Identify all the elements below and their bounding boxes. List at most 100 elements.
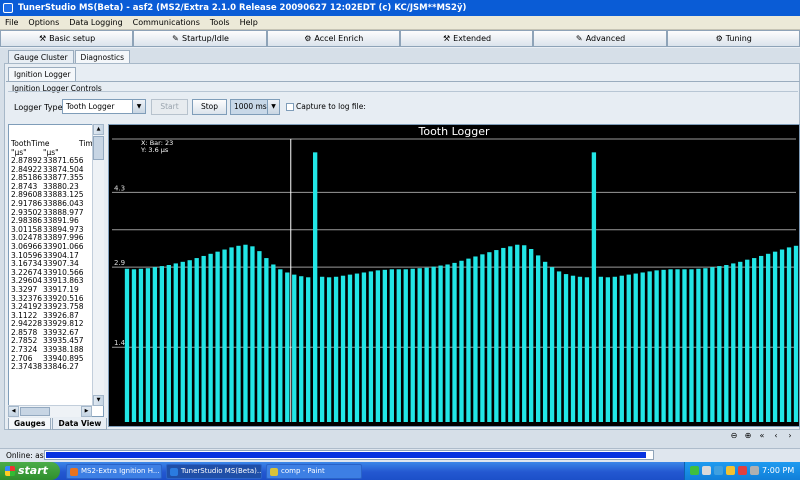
column-header-tooth-time[interactable]: ToothTime <box>11 139 50 148</box>
scroll-right-icon[interactable]: ▶ <box>81 406 92 417</box>
chart-bar <box>724 265 729 422</box>
chart-bar <box>535 255 541 422</box>
chevron-down-icon[interactable]: ▼ <box>132 100 145 113</box>
chart-bar <box>689 269 694 422</box>
table-row[interactable]: 2.37438 33846.27 <box>11 363 91 372</box>
chart-bar <box>278 269 283 422</box>
tab-data-view[interactable]: Data View <box>52 418 108 430</box>
chart-bar <box>494 250 499 422</box>
table-vertical-scrollbar[interactable]: ▲ ▼ <box>92 124 104 406</box>
chart-bar <box>738 261 743 422</box>
tooth-logger-chart[interactable]: 1.4 2.9 4.3 Tooth Logger X: Bar: 23 Y: 3.6 µs <box>108 124 800 427</box>
scroll-right-icon[interactable]: › <box>784 430 796 442</box>
chart-bar <box>647 271 652 422</box>
chart-bar <box>124 268 130 422</box>
scroll-up-icon[interactable]: ▲ <box>93 124 104 135</box>
vertical-scroll-thumb[interactable] <box>93 136 104 160</box>
chart-bar <box>563 274 569 422</box>
windows-logo-icon <box>5 466 15 476</box>
chart-bar <box>556 271 562 422</box>
chart-bar <box>131 269 137 422</box>
chart-bar <box>661 269 666 422</box>
taskbar-task[interactable]: TunerStudio MS(Beta)... <box>166 464 262 479</box>
chart-bar <box>577 276 583 422</box>
chart-bar <box>361 272 367 422</box>
menu-data-logging[interactable]: Data Logging <box>64 16 127 30</box>
chart-bar <box>285 272 290 422</box>
chart-bar <box>633 273 638 422</box>
capture-checkbox[interactable] <box>286 103 294 111</box>
chart-bar <box>487 252 492 422</box>
chart-bar <box>668 269 673 422</box>
chart-bar <box>236 245 241 422</box>
horizontal-scroll-thumb[interactable] <box>20 407 50 416</box>
menu-tools[interactable]: Tools <box>205 16 235 30</box>
zoom-out-icon[interactable]: ⊖ <box>728 430 740 442</box>
accel-enrich-button[interactable]: ⚙ Accel Enrich <box>266 30 400 47</box>
scroll-left-fast-icon[interactable]: « <box>756 430 768 442</box>
taskbar-task[interactable]: MS2-Extra Ignition H... <box>66 464 162 479</box>
tab-gauge-cluster[interactable]: Gauge Cluster <box>8 50 74 64</box>
chart-bar <box>257 251 262 422</box>
tab-gauges[interactable]: Gauges <box>8 418 52 430</box>
chart-bar <box>696 268 701 422</box>
chart-bar <box>375 270 381 422</box>
chart-bar <box>717 266 722 422</box>
chart-bar <box>501 247 506 422</box>
menu-options[interactable]: Options <box>23 16 64 30</box>
scroll-down-icon[interactable]: ▼ <box>93 395 104 406</box>
scroll-left-icon[interactable]: ‹ <box>770 430 782 442</box>
tray-icon[interactable] <box>690 466 699 475</box>
chart-bar <box>250 246 255 422</box>
chart-bar <box>173 263 178 422</box>
chart-bar <box>452 262 457 422</box>
basic-setup-button[interactable]: ⚒ Basic setup <box>0 30 134 47</box>
extended-label: Extended <box>453 34 492 43</box>
table-horizontal-scrollbar[interactable]: ◀ ▶ <box>8 405 92 417</box>
progress-fill <box>46 452 646 458</box>
chart-bar <box>403 269 408 422</box>
chart-bar <box>591 152 597 422</box>
y-tick-label: 4.3 <box>114 184 125 192</box>
extended-button[interactable]: ⚒ Extended <box>399 30 534 47</box>
progress-bar <box>44 450 654 460</box>
chart-bar <box>445 264 450 422</box>
tray-icon[interactable] <box>726 466 735 475</box>
tray-icon[interactable] <box>750 466 759 475</box>
advanced-button[interactable]: ✎ Advanced <box>533 30 667 47</box>
zoom-in-icon[interactable]: ⊕ <box>742 430 754 442</box>
menu-communications[interactable]: Communications <box>128 16 205 30</box>
tray-icon[interactable] <box>714 466 723 475</box>
tray-icon[interactable] <box>702 466 711 475</box>
interval-select[interactable]: 1000 ms ▼ <box>230 99 280 115</box>
column-header-time[interactable]: Tim <box>79 139 93 148</box>
taskbar-task-label: comp - Paint <box>281 467 325 475</box>
main-toolbar: ⚒ Basic setup ✎ Startup/Idle ⚙ Accel Enrich… <box>0 30 800 48</box>
cell-tooth-time: 2.37438 <box>11 362 43 372</box>
chevron-down-icon[interactable]: ▼ <box>267 100 279 114</box>
start-button[interactable]: Start <box>151 99 188 115</box>
firefox-icon <box>70 468 78 476</box>
menu-file[interactable]: File <box>0 16 23 30</box>
tray-icon[interactable] <box>738 466 747 475</box>
tab-ignition-logger[interactable]: Ignition Logger <box>8 67 77 81</box>
chart-bar <box>703 268 708 422</box>
chart-bar <box>138 268 144 422</box>
chart-bar <box>758 255 764 422</box>
gauge-icon: ⚙ <box>715 34 723 43</box>
tab-diagnostics[interactable]: Diagnostics <box>74 50 131 64</box>
app-icon <box>3 3 13 13</box>
scroll-left-icon[interactable]: ◀ <box>8 406 19 417</box>
stop-button[interactable]: Stop <box>192 99 227 115</box>
logger-type-select[interactable]: Tooth Logger ▼ <box>62 99 146 114</box>
chart-bar <box>765 253 771 422</box>
chart-bar <box>152 267 158 422</box>
window-title: TunerStudio MS(Beta) - asf2 (MS2/Extra 2… <box>18 3 467 13</box>
chart-bar <box>208 253 213 422</box>
taskbar-task[interactable]: comp - Paint <box>266 464 362 479</box>
startup-idle-button[interactable]: ✎ Startup/Idle <box>133 30 267 47</box>
menu-help[interactable]: Help <box>235 16 263 30</box>
chart-bar <box>605 277 611 422</box>
tuning-button[interactable]: ⚙ Tuning <box>666 30 800 47</box>
tooth-logger-svg: 1.42.94.3Tooth LoggerX: Bar: 23Y: 3.6 µs <box>112 125 799 422</box>
